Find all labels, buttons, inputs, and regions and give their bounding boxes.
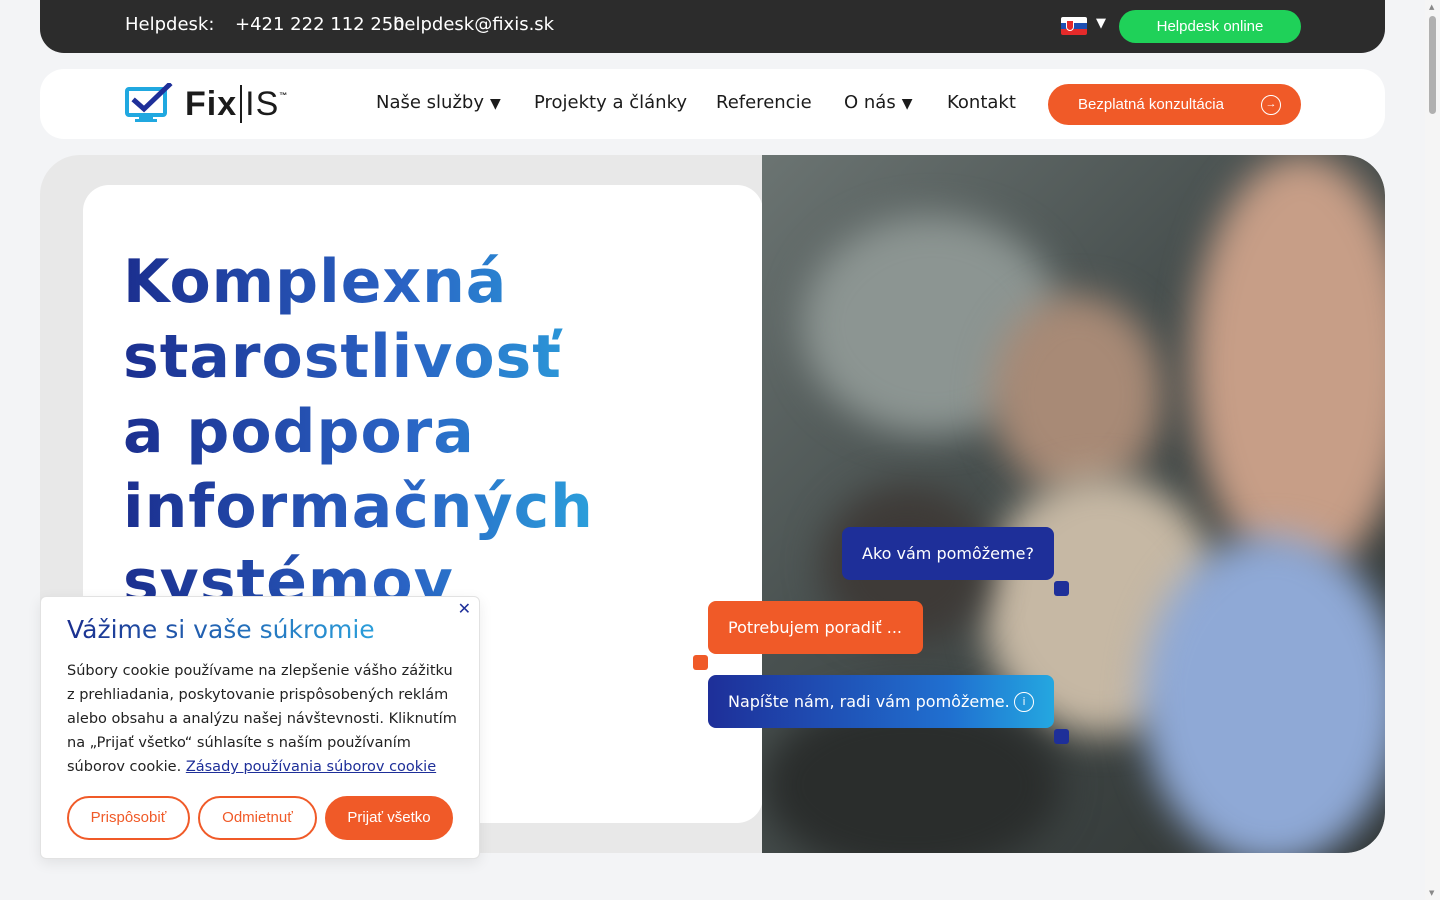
close-icon[interactable]: ✕ xyxy=(458,599,471,618)
slovak-flag-icon[interactable] xyxy=(1061,17,1087,35)
nav-item-label: Kontakt xyxy=(947,92,1016,113)
helpdesk-phone-link[interactable]: +421 222 112 250 xyxy=(235,14,405,35)
monitor-check-icon xyxy=(125,81,173,122)
cookie-title: Vážime si vaše súkromie xyxy=(67,615,375,644)
customize-button[interactable]: Prispôsobiť xyxy=(67,796,190,840)
nav-item-nase-sluzby[interactable]: Naše služby ▼ xyxy=(376,92,501,113)
nav-item-label: O nás xyxy=(844,92,896,113)
logo-text: Fix IS™ xyxy=(185,85,288,124)
accept-all-button[interactable]: Prijať všetko xyxy=(325,796,453,840)
main-navigation: Fix IS™ Naše služby ▼ Projekty a články Re… xyxy=(40,69,1385,139)
page-scrollbar[interactable]: ▲ ▼ xyxy=(1425,0,1440,900)
free-consultation-button[interactable]: Bezplatná konzultácia → xyxy=(1048,84,1301,125)
cookie-description: Súbory cookie používame na zlepšenie váš… xyxy=(67,659,457,779)
fixis-logo[interactable]: Fix IS™ xyxy=(125,81,288,125)
hero-photo xyxy=(762,155,1385,853)
nav-item-o-nas[interactable]: O nás ▼ xyxy=(844,92,913,113)
nav-item-label: Referencie xyxy=(716,92,812,113)
chevron-down-icon: ▼ xyxy=(489,96,501,112)
logo-text-bold: Fix xyxy=(185,85,238,123)
language-dropdown-caret-icon[interactable]: ▼ xyxy=(1096,16,1106,31)
nav-item-referencie[interactable]: Referencie xyxy=(716,92,812,113)
chat-bubble-need-advice[interactable]: Potrebujem poradiť ... xyxy=(708,601,923,654)
bubble-text: Ako vám pomôžeme? xyxy=(862,544,1034,563)
top-bar: Helpdesk: +421 222 112 250 helpdesk@fixi… xyxy=(40,0,1385,53)
nav-item-label: Naše služby xyxy=(376,92,484,113)
reject-button[interactable]: Odmietnuť xyxy=(198,796,317,840)
bubble-text: Napíšte nám, radi vám pomôžeme. xyxy=(728,692,1010,711)
nav-item-kontakt[interactable]: Kontakt xyxy=(947,92,1016,113)
bubble-text: Potrebujem poradiť ... xyxy=(728,618,903,637)
scrollbar-thumb[interactable] xyxy=(1429,16,1436,114)
info-icon: i xyxy=(1014,692,1034,712)
arrow-right-icon: → xyxy=(1261,95,1281,115)
bubble-tail xyxy=(693,655,708,670)
bubble-tail xyxy=(1054,581,1069,596)
cookie-consent-dialog: ✕ Vážime si vaše súkromie Súbory cookie … xyxy=(40,596,480,859)
logo-text-light: IS xyxy=(240,85,280,123)
scroll-up-icon[interactable]: ▲ xyxy=(1429,3,1434,11)
hero-title: Komplexná starostlivosť a podpora inform… xyxy=(123,245,593,620)
nav-item-projekty-a-clanky[interactable]: Projekty a články xyxy=(534,92,687,113)
chat-bubble-write-us[interactable]: Napíšte nám, radi vám pomôžeme. i xyxy=(708,675,1054,728)
scroll-down-icon[interactable]: ▼ xyxy=(1429,889,1434,897)
nav-item-label: Projekty a články xyxy=(534,92,688,113)
bubble-tail xyxy=(1054,729,1069,744)
chat-bubble-how-can-we-help[interactable]: Ako vám pomôžeme? xyxy=(842,527,1054,580)
helpdesk-label: Helpdesk: xyxy=(125,14,215,35)
logo-trademark: ™ xyxy=(279,91,289,100)
helpdesk-online-button[interactable]: Helpdesk online xyxy=(1119,10,1301,43)
consultation-label: Bezplatná konzultácia xyxy=(1078,96,1224,113)
chevron-down-icon: ▼ xyxy=(901,96,913,112)
cookie-policy-link[interactable]: Zásady používania súborov cookie xyxy=(186,759,436,775)
helpdesk-email-link[interactable]: helpdesk@fixis.sk xyxy=(393,14,554,35)
